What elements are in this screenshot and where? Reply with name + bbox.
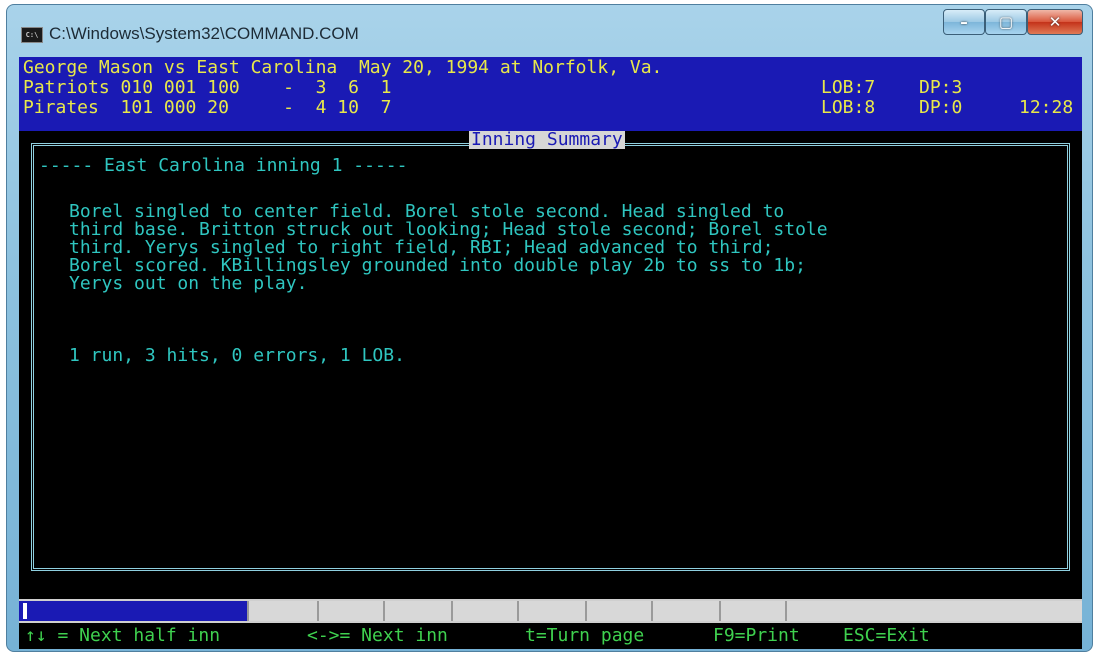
page-tab-10[interactable] — [785, 601, 1082, 621]
page-tab-1[interactable] — [19, 601, 247, 621]
console-area[interactable]: George Mason vs East Carolina May 20, 19… — [19, 57, 1082, 649]
page-cursor-icon — [23, 603, 27, 619]
minimize-button[interactable]: – — [943, 9, 985, 35]
next-half-inning-hint[interactable]: ↑↓ = Next half inn — [25, 627, 220, 645]
inning-totals: 1 run, 3 hits, 0 errors, 1 LOB. — [69, 345, 405, 366]
next-inning-hint[interactable]: <->= Next inn — [307, 627, 448, 645]
command-prompt-icon: C:\ — [21, 27, 43, 43]
maximize-button[interactable]: ▢ — [985, 9, 1027, 35]
matchup-line: George Mason vs East Carolina May 20, 19… — [23, 57, 663, 78]
page-tab-2[interactable] — [247, 601, 317, 621]
team-line-patriots: Patriots 010 001 100 - 3 6 1 — [23, 77, 392, 98]
exit-hint[interactable]: ESC=Exit — [843, 627, 930, 645]
inning-heading: ----- East Carolina inning 1 ----- — [39, 155, 408, 176]
minimize-icon: – — [960, 13, 968, 31]
close-icon: ✕ — [1048, 13, 1062, 31]
page-tab-6[interactable] — [517, 601, 585, 621]
patriots-lob: LOB:7 — [821, 77, 876, 98]
close-button[interactable]: ✕ — [1027, 9, 1083, 35]
maximize-icon: ▢ — [998, 13, 1014, 31]
page-tab-strip — [19, 599, 1082, 623]
scoreboard-header: George Mason vs East Carolina May 20, 19… — [19, 57, 1082, 131]
page-tab-7[interactable] — [585, 601, 651, 621]
page-tab-5[interactable] — [451, 601, 517, 621]
console-window: C:\ C:\Windows\System32\COMMAND.COM – ▢ … — [6, 4, 1093, 652]
clock: 12:28 — [1019, 97, 1074, 118]
play-text-line-5: Yerys out on the play. — [69, 273, 308, 294]
page-tab-8[interactable] — [651, 601, 719, 621]
page-tab-3[interactable] — [317, 601, 383, 621]
turn-page-hint[interactable]: t=Turn page — [525, 627, 644, 645]
pirates-lob: LOB:8 — [821, 97, 876, 118]
panel-title: Inning Summary — [469, 129, 625, 150]
page-tab-9[interactable] — [719, 601, 785, 621]
title-bar[interactable]: C:\ C:\Windows\System32\COMMAND.COM – ▢ … — [7, 5, 1092, 51]
print-hint[interactable]: F9=Print — [713, 627, 800, 645]
page-tab-4[interactable] — [383, 601, 451, 621]
key-help-bar: ↑↓ = Next half inn <->= Next inn t=Turn … — [19, 625, 1082, 649]
patriots-dp: DP:3 — [919, 77, 963, 98]
team-line-pirates: Pirates 101 000 20 - 4 10 7 — [23, 97, 392, 118]
window-title: C:\Windows\System32\COMMAND.COM — [49, 24, 359, 43]
pirates-dp: DP:0 — [919, 97, 963, 118]
